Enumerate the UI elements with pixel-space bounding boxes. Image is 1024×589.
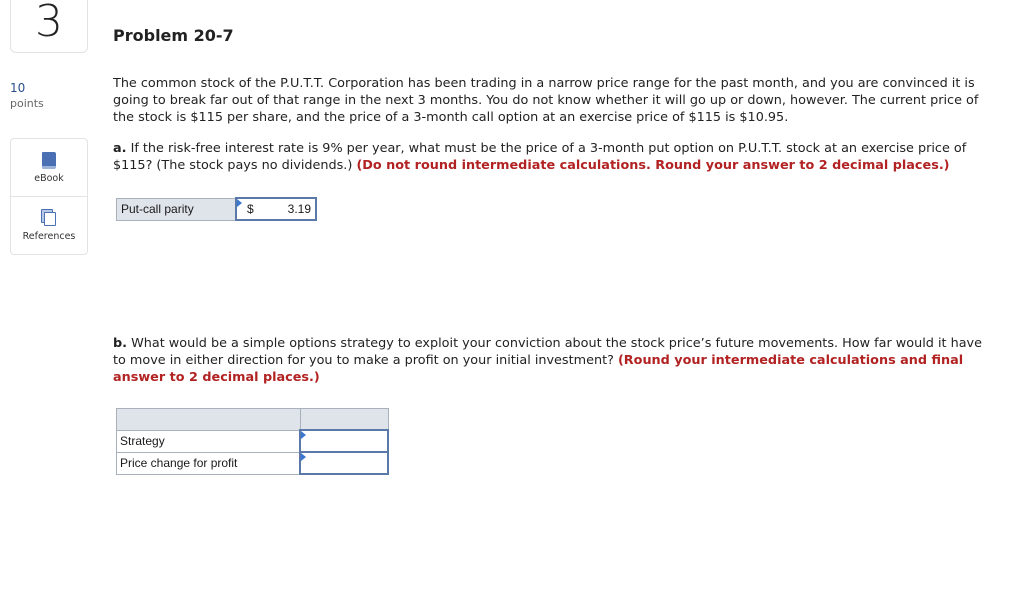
table-row: Strategy	[116, 429, 389, 453]
answer-flag-icon	[237, 199, 242, 207]
answer-flag-icon	[301, 453, 306, 461]
strategy-input[interactable]	[299, 429, 389, 453]
part-a-instruction: (Do not round intermediate calculations.…	[356, 158, 950, 173]
answer-flag-icon	[301, 431, 306, 439]
table-row: Put-call parity $ 3.19	[116, 197, 317, 221]
currency-symbol: $	[247, 202, 254, 216]
problem-intro: The common stock of the P.U.T.T. Corpora…	[113, 76, 979, 125]
price-change-label: Price change for profit	[116, 451, 301, 475]
part-b-question: b. What would be a simple options strate…	[113, 335, 993, 386]
table-header-row	[116, 408, 389, 431]
part-a-question: a. If the risk-free interest rate is 9% …	[113, 140, 993, 174]
problem-title: Problem 20-7	[113, 26, 234, 45]
points-label: points	[10, 97, 44, 110]
part-a-answer-table: Put-call parity $ 3.19	[116, 197, 317, 221]
ebook-label: eBook	[34, 172, 64, 184]
part-b-answer-table: Strategy Price change for profit	[116, 408, 389, 475]
price-change-input[interactable]	[299, 451, 389, 475]
points-value: 10	[10, 81, 26, 95]
ebook-button[interactable]: eBook	[11, 139, 87, 196]
question-number: 3	[35, 0, 63, 47]
question-number-badge: 3	[10, 0, 88, 53]
strategy-label: Strategy	[116, 429, 301, 453]
put-price-input[interactable]: $ 3.19	[235, 197, 317, 221]
references-icon	[41, 209, 57, 227]
part-b-letter: b.	[113, 336, 128, 351]
points-info: 10 points	[10, 80, 44, 112]
references-button[interactable]: References	[11, 196, 87, 254]
references-label: References	[22, 231, 76, 242]
put-price-value: 3.19	[287, 202, 311, 216]
part-a-letter: a.	[113, 141, 127, 156]
table-row: Price change for profit	[116, 451, 389, 475]
book-icon	[42, 151, 56, 169]
put-call-parity-label: Put-call parity	[116, 197, 237, 221]
tools-panel: eBook References	[10, 138, 88, 255]
